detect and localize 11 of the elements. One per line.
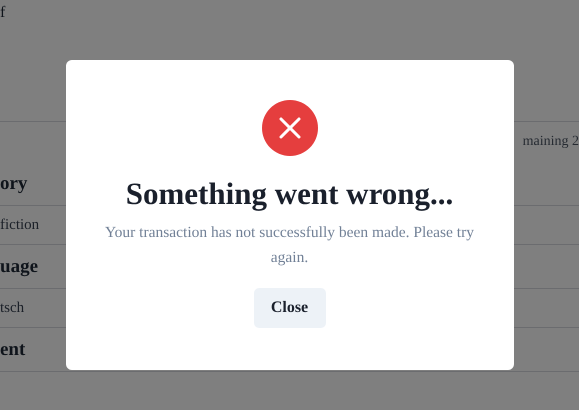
- close-button[interactable]: Close: [254, 288, 326, 328]
- section-heading: ory: [0, 173, 28, 195]
- remaining-text: maining 2: [522, 134, 579, 150]
- error-icon: [262, 100, 318, 156]
- dialog-title: Something went wrong...: [126, 176, 454, 212]
- page-text: f: [0, 4, 6, 22]
- dialog-message: Your transaction has not successfully been made. Please try again.: [104, 223, 476, 268]
- section-heading: uage: [0, 256, 38, 278]
- section-value: fiction: [0, 216, 40, 234]
- section-heading: ent: [0, 339, 26, 361]
- section-value: tsch: [0, 300, 24, 316]
